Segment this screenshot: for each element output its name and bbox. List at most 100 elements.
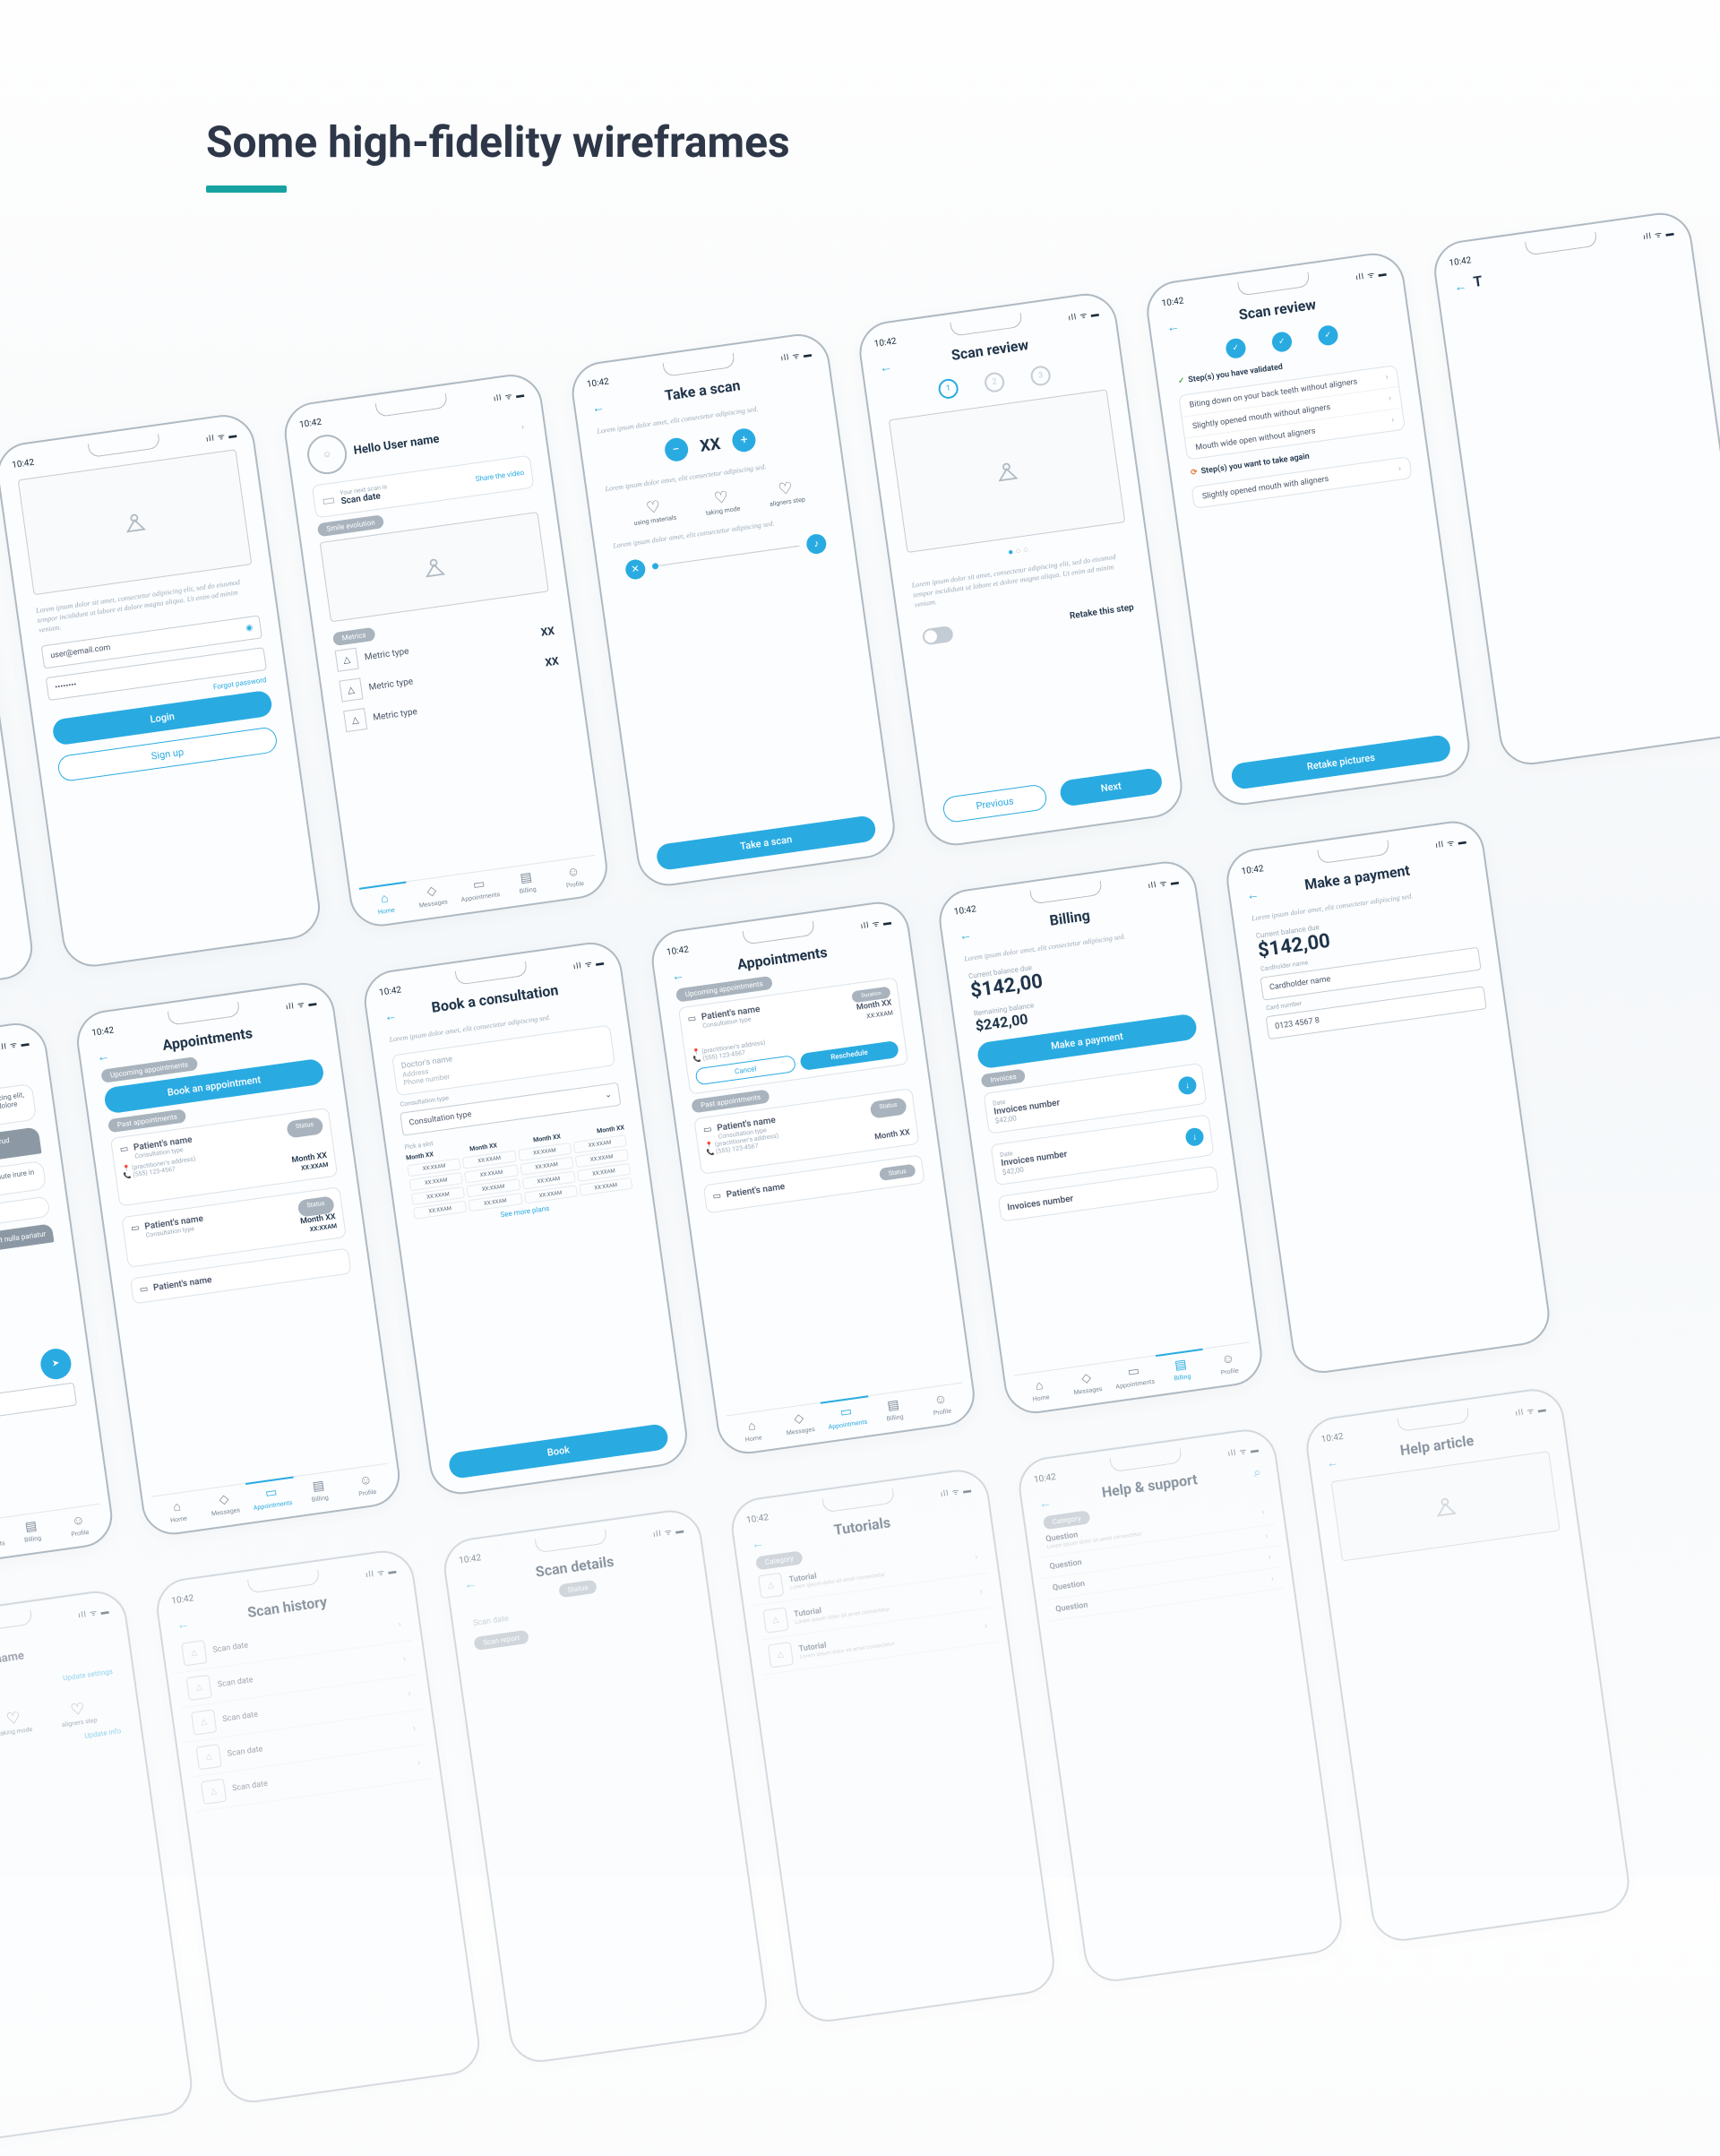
heart-mode[interactable]: ♡taking mode [703,487,741,517]
tab-billing[interactable]: ▤Billing [1156,1349,1207,1385]
chat-icon: ◇ [407,881,456,901]
phone-clipped-right-1: 10:42ıll ᯤ ▬ ← T [1431,209,1720,769]
status-icons: ıll ᯤ ▬ [0,1036,30,1052]
book-button[interactable]: Book [448,1423,670,1479]
tab-profile[interactable]: ☺Profile [1203,1348,1253,1378]
image-icon [120,507,150,538]
check-icon: ✓ [1177,376,1185,386]
status-icons: ıll ᯤ ▬ [1068,306,1101,323]
tab-profile[interactable]: ☺Profile [548,861,598,892]
see-more-link[interactable]: See more plans [500,1204,550,1220]
tab-appointments[interactable]: ▭Appointments [245,1477,297,1514]
metric-icon: △ [339,677,363,702]
sound-button[interactable]: ♪ [805,532,828,555]
take-scan-button[interactable]: Take a scan [655,815,877,871]
phone-take-scan: 10:42ıll ᯤ ▬ ← Take a scan Lorem ipsum d… [568,330,899,890]
tab-home[interactable]: ⌂Home [359,881,410,918]
heart-materials[interactable]: ♡using materials [631,496,676,527]
back-button[interactable]: ← [1453,278,1467,295]
tab-billing[interactable]: ▤Billing [502,867,552,898]
phone-scan-details: 10:42ıll ᯤ ▬ ← Scan details Status Scan … [440,1506,770,2066]
tab-home[interactable]: ⌂Home [152,1496,202,1526]
eye-icon[interactable]: ◉ [245,623,254,633]
back-button[interactable]: ← [751,1535,765,1552]
tab-appointments[interactable]: ▭Appointments [454,875,504,905]
tab-profile[interactable]: ☺Profile [916,1388,966,1419]
previous-button[interactable]: Previous [942,783,1048,824]
time: 10:42 [873,336,897,349]
volume-slider[interactable] [652,546,800,567]
metric-label: Metric type [364,646,409,662]
minus-button[interactable]: − [663,436,689,462]
metric-label: Metric type [368,677,414,693]
greeting: Hello User name [0,1649,25,1674]
image-icon [992,456,1022,487]
step-2[interactable]: 2 [984,371,1006,393]
back-button[interactable]: ← [383,1007,398,1024]
tab-messages[interactable]: ◇Messages [1062,1368,1112,1399]
tab-appointments[interactable]: ▭Appointments [1109,1361,1159,1392]
phone-book-consultation: 10:42ıll ᯤ ▬ ← Book a consultation Lorem… [360,938,691,1498]
status-icons: ıll ᯤ ▬ [1642,226,1675,242]
tab-home[interactable]: ⌂Home [1014,1375,1064,1405]
next-button[interactable]: Next [1059,767,1164,807]
back-button[interactable]: ← [879,359,893,376]
plus-button[interactable]: + [731,427,757,453]
time: 10:42 [1161,296,1184,308]
status-icons: ıll ᯤ ▬ [780,347,813,363]
back-button[interactable]: ← [1245,886,1260,903]
download-icon[interactable]: ↓ [1184,1127,1205,1148]
tab-home[interactable]: ⌂Home [727,1415,778,1445]
back-button[interactable]: ← [1038,1495,1053,1512]
tab-profile[interactable]: ☺Profile [341,1470,391,1500]
tab-billing[interactable]: ▤Billing [294,1476,344,1506]
retake-label: Retake this step [1069,603,1134,622]
avatar[interactable]: ☺ [305,432,349,477]
phone-scan-review-2: 10:42ıll ᯤ ▬ ← Scan review ✓ ✓ ✓ ✓Step(s… [1143,249,1474,809]
share-video-link[interactable]: Share the video [475,469,524,484]
download-icon[interactable]: ↓ [1177,1075,1198,1096]
tab-messages[interactable]: ◇Messages [774,1409,824,1439]
billing-icon: ▤ [502,867,551,888]
forgot-password-link[interactable]: Forgot password [212,676,267,691]
tab-billing[interactable]: ▤Billing [6,1516,56,1547]
back-button[interactable]: ← [463,1575,477,1592]
tab-billing[interactable]: ▤Billing [869,1395,919,1426]
phone-home: 10:42ıll ᯤ ▬ ☺ Hello User name › ▭ Your … [280,370,611,930]
status-icons: ıll ᯤ ▬ [1354,266,1388,282]
phone-scan-review-1: 10:42ıll ᯤ ▬ ← Scan review 1 2 3 ● ○ ○ L… [856,289,1186,849]
metric-label: Metric type [373,706,418,722]
retake-toggle[interactable] [922,625,954,645]
tab-appointments[interactable]: ▭Appointments [821,1395,872,1432]
page-title: Some high-fidelity wireframes [206,116,1720,168]
image-icon [419,552,450,582]
back-button[interactable]: ← [176,1616,190,1633]
back-button[interactable]: ← [96,1048,110,1065]
article-image [1331,1451,1561,1561]
mute-button[interactable]: ✕ [624,558,647,581]
heart-aligners[interactable]: ♡aligners step [58,1698,98,1729]
metric-value: XX [540,625,555,639]
tab-messages[interactable]: ◇Messages [407,881,457,911]
back-button[interactable]: ← [1165,318,1180,335]
heart-mode[interactable]: ♡taking mode [0,1707,33,1738]
phone-make-payment: 10:42ıll ᯤ ▬ ← Make a payment Lorem ipsu… [1223,817,1553,1377]
tab-bar: ⌂Home ◇Messages ▭Appointments ▤Billing ☺… [1014,1341,1254,1405]
phone-login: 10:42ıll ᯤ ▬ Lorem ipsum dolor sit amet,… [0,411,324,971]
login-hero [18,449,253,595]
back-button[interactable]: ← [591,400,606,417]
retake-pictures-button[interactable]: Retake pictures [1230,734,1452,790]
tab-profile[interactable]: ☺Profile [54,1510,104,1540]
send-button[interactable]: ➤ [39,1346,73,1380]
chevron-right-icon[interactable]: › [520,422,525,432]
email-field[interactable]: user@email.com [50,642,111,660]
step-3[interactable]: 3 [1029,365,1052,387]
tab-bar: ⌂Home ◇Messages ▭Appointments ▤Billing ☺… [727,1383,967,1446]
heart-aligners[interactable]: ♡aligners step [767,478,806,508]
back-button[interactable]: ← [1326,1454,1340,1471]
step-1[interactable]: 1 [937,377,959,400]
back-button[interactable]: ← [671,967,685,984]
tab-messages[interactable]: ◇Messages [200,1489,250,1520]
back-button[interactable]: ← [959,927,973,944]
tab-bar: ⌂Home ◇Messages ▭Appointments ▤Billing ☺… [0,1504,104,1567]
